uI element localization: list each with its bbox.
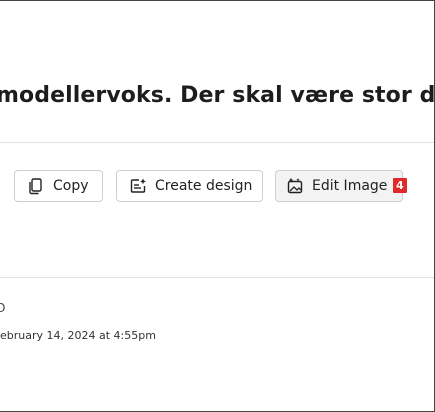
action-toolbar: Copy Create design Edit Image 4	[0, 170, 434, 204]
meta-glyph: O	[0, 301, 5, 315]
edit-image-badge: 4	[393, 178, 407, 193]
middle-divider	[0, 277, 434, 278]
copy-label: Copy	[53, 178, 89, 194]
edit-image-label: Edit Image	[312, 178, 388, 194]
copy-button[interactable]: Copy	[14, 170, 103, 202]
edit-image-button[interactable]: Edit Image	[275, 170, 403, 202]
chat-panel: modellervoks. Der skal være stor dybd Co…	[0, 0, 435, 412]
edit-image-icon	[286, 177, 304, 195]
top-divider	[0, 142, 434, 143]
copy-icon	[27, 177, 45, 195]
create-design-button[interactable]: Create design	[116, 170, 263, 202]
create-design-icon	[129, 177, 147, 195]
create-design-label: Create design	[155, 178, 253, 194]
message-timestamp: ebruary 14, 2024 at 4:55pm	[0, 329, 156, 342]
prompt-text: modellervoks. Der skal være stor dybd	[0, 83, 435, 108]
